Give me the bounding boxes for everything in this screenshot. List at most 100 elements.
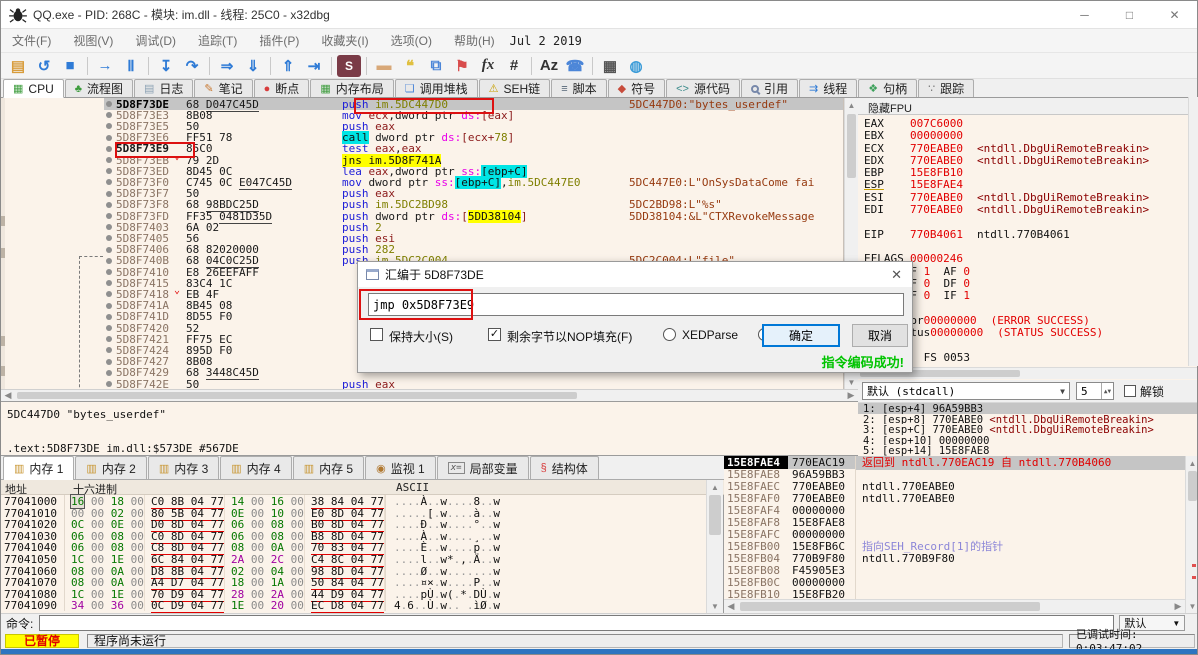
stack-row[interactable]: 15E8FB04 770B9F80 ntdll.770B9F80 xyxy=(724,551,1185,565)
execute-till-return-icon[interactable]: ⇑ xyxy=(276,55,300,77)
close-button[interactable]: ✕ xyxy=(1152,1,1197,28)
argument-row[interactable]: 2: [esp+8] 770EABE0 <ntdll.DbgUiRemoteBr… xyxy=(858,414,1197,425)
tab-引用[interactable]: 引用 xyxy=(740,79,798,97)
breakpoint-dot[interactable] xyxy=(106,280,112,287)
dump-tab-内存 4[interactable]: ▥ 内存 4 xyxy=(220,456,292,479)
breakpoint-dot[interactable] xyxy=(106,313,112,320)
stack-row[interactable]: 15E8FAE4 770EAC19 返回到 ntdll.770EAC19 自 ntd… xyxy=(724,456,1185,470)
scylla-icon[interactable]: S xyxy=(337,54,361,77)
open-file-icon[interactable]: ▤ xyxy=(6,55,30,77)
internet-icon[interactable]: ◍ xyxy=(624,55,648,77)
stack-row[interactable]: 15E8FB00 15E8FB6C 指向SEH_Record[1]的指针 xyxy=(724,539,1185,553)
dump-row[interactable]: 77041080 1C 00 1E 00 70 D9 04 77 28 00 2A 0… xyxy=(1,587,706,602)
tab-日志[interactable]: ▤ 日志 xyxy=(133,79,194,97)
tab-笔记[interactable]: ✎ 笔记 xyxy=(194,79,253,97)
arguments-pane[interactable]: 1: [esp+4] 96A59BB3 2: [esp+8] 770EABE0 <… xyxy=(858,403,1197,456)
menu-item[interactable]: 视图(V) xyxy=(62,29,124,53)
stack-row[interactable]: 15E8FB0C 00000000 xyxy=(724,575,1185,589)
run-icon[interactable]: → xyxy=(93,55,117,77)
register-row[interactable]: ESI 770EABE0 <ntdll.DbgUiRemoteBreakin> xyxy=(858,191,1191,203)
register-row[interactable]: EBP 15E8FB10 xyxy=(858,166,1191,178)
functions-icon[interactable]: fx xyxy=(476,55,500,77)
breakpoint-dot[interactable] xyxy=(106,213,112,219)
breakpoint-dot[interactable] xyxy=(106,157,112,163)
breakpoint-dot[interactable] xyxy=(106,201,112,208)
keep-size-checkbox[interactable] xyxy=(370,328,383,341)
stack-pane[interactable]: 15E8FAE4 770EAC19 返回到 ntdll.770EAC19 自 ntd… xyxy=(724,456,1197,613)
register-row[interactable]: ESP 15E8FAE4 xyxy=(858,178,1191,190)
strings-icon[interactable]: Az xyxy=(537,55,561,77)
breakpoint-dot[interactable] xyxy=(106,190,112,197)
disasm-horizontal-scrollbar[interactable]: ◀ ▶ xyxy=(1,389,858,401)
register-row[interactable]: EBX 00000000 xyxy=(858,129,1191,141)
disasm-row[interactable]: 5D8F742E 50 push eax xyxy=(1,378,843,389)
calculator-icon[interactable]: ▦ xyxy=(598,55,622,77)
dump-tab-内存 3[interactable]: ▥ 内存 3 xyxy=(147,456,220,479)
breakpoint-dot[interactable] xyxy=(106,246,112,253)
dump-tab-内存 1[interactable]: ▥ 内存 1 xyxy=(3,456,75,480)
menu-item[interactable]: 选项(O) xyxy=(380,29,443,53)
comments-icon[interactable]: ❝ xyxy=(398,55,422,77)
breakpoint-dot[interactable] xyxy=(106,224,112,231)
tab-内存布局[interactable]: ▦ 内存布局 xyxy=(310,79,394,97)
breakpoint-dot[interactable] xyxy=(106,235,112,242)
breakpoint-dot[interactable] xyxy=(106,168,112,175)
hash-icon[interactable]: # xyxy=(502,55,526,77)
dump-tab-内存 2[interactable]: ▥ 内存 2 xyxy=(75,456,147,479)
bookmarks-icon[interactable]: ⚑ xyxy=(450,55,474,77)
menu-item[interactable]: 插件(P) xyxy=(248,29,310,53)
step-over-icon[interactable]: ↷ xyxy=(180,55,204,77)
dump-row[interactable]: 77041060 08 00 0A 00 D8 8B 04 77 02 00 04 0… xyxy=(1,564,706,579)
dialog-close-icon[interactable]: ✕ xyxy=(891,267,902,283)
stack-row[interactable]: 15E8FAF8 15E8FAE8 xyxy=(724,515,1185,529)
dump-tab-监视 1[interactable]: ◉ 监视 1 xyxy=(365,456,436,479)
breakpoint-dot[interactable] xyxy=(106,358,112,365)
stepper-arrows-icon[interactable]: ▲▼ xyxy=(1101,383,1113,399)
stack-vertical-scrollbar[interactable]: ▲ ▼ xyxy=(1185,456,1197,613)
menu-item[interactable]: 收藏夹(I) xyxy=(310,29,379,53)
register-row[interactable]: EIP 770B4061 ntdll.770B4061 xyxy=(858,228,1191,240)
breakpoint-dot[interactable] xyxy=(106,291,112,298)
tab-流程图[interactable]: ♣ 流程图 xyxy=(64,79,133,97)
tab-断点[interactable]: ● 断点 xyxy=(253,79,310,97)
menu-item[interactable]: 调试(D) xyxy=(124,29,187,53)
breakpoint-dot[interactable] xyxy=(106,134,112,141)
dump-row[interactable]: 77041010 00 00 02 00 80 5B 04 77 0E 00 10 0… xyxy=(1,506,706,521)
argument-row[interactable]: 1: [esp+4] 96A59BB3 xyxy=(858,403,1197,414)
hide-fpu-button[interactable]: 隐藏FPU xyxy=(858,98,1197,115)
cancel-button[interactable]: 取消 xyxy=(852,324,908,347)
tab-脚本[interactable]: ≡ 脚本 xyxy=(551,79,607,97)
stack-horizontal-scrollbar[interactable]: ◀ ▶ xyxy=(724,599,1185,613)
step-into-icon[interactable]: ↧ xyxy=(154,55,178,77)
trace-down-icon[interactable]: ⇓ xyxy=(241,55,265,77)
ok-button[interactable]: 确定 xyxy=(762,324,840,347)
tab-CPU[interactable]: ▦ CPU xyxy=(3,79,64,98)
pause-icon[interactable]: Ⅱ xyxy=(119,55,143,77)
command-input[interactable] xyxy=(39,615,1115,631)
tab-调用堆栈[interactable]: ❏ 调用堆栈 xyxy=(394,79,478,97)
unlock-checkbox[interactable] xyxy=(1124,385,1136,397)
run-to-icon[interactable]: ⇒ xyxy=(215,55,239,77)
breakpoint-dot[interactable] xyxy=(106,179,112,186)
menu-item[interactable]: 追踪(T) xyxy=(187,29,248,53)
breakpoint-dot[interactable] xyxy=(106,101,112,107)
dump-row[interactable]: 77041050 1C 00 1E 00 6C 84 04 77 2A 00 2C 0… xyxy=(1,552,706,567)
breakpoint-dot[interactable] xyxy=(106,302,112,309)
minimize-button[interactable]: ─ xyxy=(1062,1,1107,28)
argument-row[interactable]: 3: [esp+C] 770EABE0 <ntdll.DbgUiRemoteBr… xyxy=(858,424,1197,435)
breakpoint-dot[interactable] xyxy=(106,369,112,376)
assemble-instruction-input[interactable] xyxy=(368,293,904,316)
argument-row[interactable]: 5: [esp+14] 15E8FAE8 xyxy=(858,445,1197,456)
stop-icon[interactable]: ■ xyxy=(58,55,82,77)
breakpoint-dot[interactable] xyxy=(106,112,112,119)
stack-row[interactable]: 15E8FB10 15E8FB20 xyxy=(724,587,1185,599)
dump-row[interactable]: 77041000 16 00 18 00 C0 8B 04 77 14 00 16 0… xyxy=(1,494,706,509)
breakpoint-dot[interactable] xyxy=(106,257,112,264)
maximize-button[interactable]: □ xyxy=(1107,1,1152,28)
xedparse-radio[interactable] xyxy=(663,328,676,341)
run-to-user-code-icon[interactable]: ⇥ xyxy=(302,55,326,77)
dump-tab-局部变量[interactable]: x= 局部变量 xyxy=(436,456,529,479)
attach-icon[interactable]: ☎ xyxy=(563,55,587,77)
arg-count-stepper[interactable]: 5 ▲▼ xyxy=(1076,382,1114,400)
breakpoint-dot[interactable] xyxy=(106,325,112,331)
